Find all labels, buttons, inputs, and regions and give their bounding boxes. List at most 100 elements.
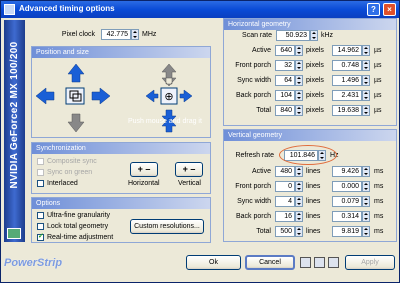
horizontal-polarity-button[interactable]: + –	[130, 162, 158, 177]
horizontal-row-value-input[interactable]: 64	[275, 75, 295, 86]
adapter-name: NVIDIA GeForce2 MX 100/200	[9, 41, 20, 189]
vertical-row-value-input[interactable]: 4	[275, 196, 295, 207]
pixel-clock-unit: MHz	[142, 31, 157, 38]
horizontal-polarity-label: Horizontal	[128, 180, 160, 187]
vertical-row-value-spinner[interactable]	[295, 181, 303, 192]
move-left-icon	[35, 87, 55, 105]
vertical-row-value-input[interactable]: 0	[275, 181, 295, 192]
interlaced-checkbox[interactable]	[37, 180, 44, 187]
horizontal-row-label: Front porch	[235, 62, 271, 69]
vertical-row-label: Sync width	[237, 198, 271, 205]
cancel-button[interactable]: Cancel	[245, 255, 295, 270]
composite-sync-label: Composite sync	[47, 158, 97, 165]
scan-rate-spinner[interactable]	[310, 30, 318, 41]
options-panel: Options Ultra-fine granularity Lock tota…	[31, 197, 211, 243]
vertical-row-time-spinner[interactable]	[362, 211, 370, 222]
vertical-row-value-spinner[interactable]	[295, 196, 303, 207]
horizontal-row-value-spinner[interactable]	[295, 90, 303, 101]
vertical-row-time-spinner[interactable]	[362, 181, 370, 192]
horizontal-row-value-input[interactable]: 640	[275, 45, 295, 56]
vertical-row-time-unit: ms	[374, 198, 384, 205]
vertical-polarity-label: Vertical	[178, 180, 201, 187]
close-button[interactable]: ×	[383, 3, 396, 16]
size-up-icon	[161, 63, 177, 79]
scan-rate-input[interactable]: 50.923	[276, 30, 310, 41]
vertical-row-label: Total	[256, 228, 271, 235]
horizontal-row-time-unit: µs	[374, 107, 382, 114]
horizontal-row-value-spinner[interactable]	[295, 105, 303, 116]
vertical-row-time-spinner[interactable]	[362, 196, 370, 207]
sync-on-green-label: Sync on green	[47, 169, 93, 176]
horizontal-row-time-unit: µs	[374, 92, 382, 99]
monitor-icon	[7, 228, 21, 239]
lock-geometry-checkbox[interactable]	[37, 223, 44, 230]
horizontal-row-time-spinner[interactable]	[362, 105, 370, 116]
horizontal-row-value-input[interactable]: 32	[275, 60, 295, 71]
horizontal-row-time-unit: µs	[374, 77, 382, 84]
advanced-timing-window: Advanced timing options ? × NVIDIA GeFor…	[0, 0, 400, 283]
vertical-row-label: Front porch	[235, 183, 271, 190]
horizontal-row-time-spinner[interactable]	[362, 45, 370, 56]
horizontal-row-value-spinner[interactable]	[295, 45, 303, 56]
apply-button[interactable]: Apply	[345, 255, 395, 270]
vertical-row-label: Back porch	[235, 213, 271, 220]
scan-rate-label: Scan rate	[242, 32, 272, 39]
size-grow-h-icon	[179, 89, 193, 103]
move-right-icon	[91, 87, 111, 105]
horizontal-row-unit: pixels	[306, 77, 324, 84]
pixel-clock-input[interactable]: 42.775	[101, 29, 131, 40]
vertical-row-time-input[interactable]: 0.314	[332, 211, 362, 222]
ok-button[interactable]: Ok	[186, 255, 241, 270]
vertical-row-time-spinner[interactable]	[362, 166, 370, 177]
horizontal-row-time-input[interactable]: 0.748	[332, 60, 362, 71]
horizontal-row-time-input[interactable]: 1.496	[332, 75, 362, 86]
vertical-row-value-input[interactable]: 480	[275, 166, 295, 177]
realtime-checkbox[interactable]	[37, 232, 44, 241]
vertical-row-value-spinner[interactable]	[295, 226, 303, 237]
horizontal-row-time-spinner[interactable]	[362, 60, 370, 71]
horizontal-row-time-input[interactable]: 19.638	[332, 105, 362, 116]
vertical-row-time-spinner[interactable]	[362, 226, 370, 237]
sync-on-green-checkbox[interactable]	[37, 169, 44, 176]
horizontal-row-time-input[interactable]: 14.962	[332, 45, 362, 56]
pixel-clock-spinner[interactable]	[131, 29, 139, 40]
horizontal-row-unit: pixels	[306, 47, 324, 54]
vertical-row-time-unit: ms	[374, 213, 384, 220]
vertical-row-unit: lines	[306, 168, 321, 175]
horizontal-row-time-spinner[interactable]	[362, 90, 370, 101]
vertical-row-unit: lines	[306, 183, 321, 190]
lock-geometry-label: Lock total geometry	[47, 223, 109, 230]
horizontal-row-time-input[interactable]: 2.431	[332, 90, 362, 101]
pixel-clock-label: Pixel clock	[61, 31, 95, 38]
vertical-row-time-input[interactable]: 0.000	[332, 181, 362, 192]
horizontal-row-value-input[interactable]: 104	[275, 90, 295, 101]
synchronization-panel: Synchronization Composite sync Sync on g…	[31, 142, 211, 194]
composite-sync-checkbox[interactable]	[37, 158, 44, 165]
vertical-row-value-spinner[interactable]	[295, 166, 303, 177]
horizontal-geometry-header: Horizontal geometry	[224, 19, 396, 30]
horizontal-row-time-spinner[interactable]	[362, 75, 370, 86]
custom-resolutions-button[interactable]: Custom resolutions...	[130, 219, 204, 234]
horizontal-row-value-spinner[interactable]	[295, 60, 303, 71]
vertical-row-time-input[interactable]: 9.819	[332, 226, 362, 237]
horizontal-row-time-unit: µs	[374, 62, 382, 69]
window-title: Advanced timing options	[19, 4, 115, 13]
vertical-polarity-button[interactable]: + –	[175, 162, 203, 177]
size-down-icon	[161, 77, 177, 87]
copy-icon[interactable]	[328, 257, 339, 268]
ultra-fine-label: Ultra-fine granularity	[47, 212, 111, 219]
ultra-fine-checkbox[interactable]	[37, 212, 44, 219]
vertical-row-time-input[interactable]: 9.426	[332, 166, 362, 177]
move-up-icon	[67, 63, 85, 83]
position-size-panel: Position and size ⊕ Push mouse and drag …	[31, 46, 211, 138]
vertical-row-value-input[interactable]: 500	[275, 226, 295, 237]
horizontal-row-value-spinner[interactable]	[295, 75, 303, 86]
vertical-row-value-input[interactable]: 16	[275, 211, 295, 222]
save-icon[interactable]	[300, 257, 311, 268]
horizontal-row-value-input[interactable]: 840	[275, 105, 295, 116]
monitor-settings-icon[interactable]	[314, 257, 325, 268]
help-button[interactable]: ?	[367, 3, 380, 16]
vertical-row-time-input[interactable]: 0.079	[332, 196, 362, 207]
move-down-icon	[67, 113, 85, 133]
vertical-row-value-spinner[interactable]	[295, 211, 303, 222]
